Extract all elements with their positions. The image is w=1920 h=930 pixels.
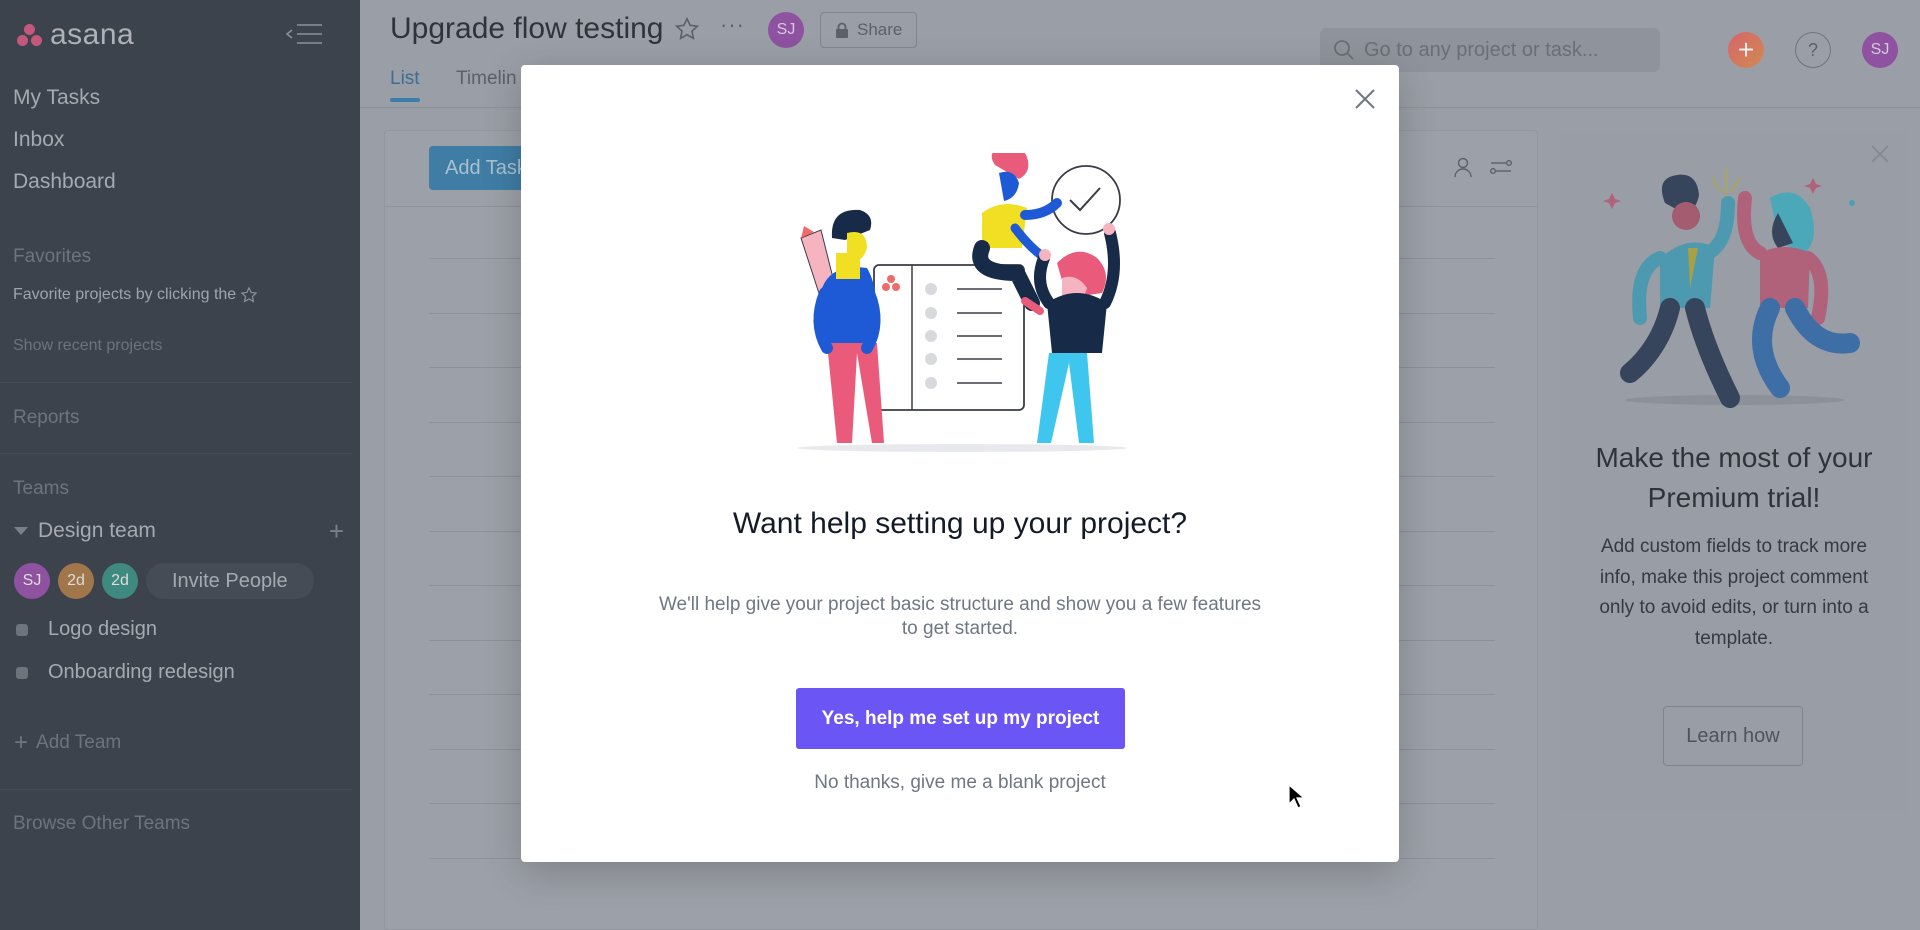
favorites-hint: Favorite projects by clicking the	[13, 286, 258, 304]
collapse-sidebar-icon[interactable]	[284, 22, 324, 46]
filter-sliders-icon[interactable]	[1489, 155, 1513, 179]
nav-inbox[interactable]: Inbox	[13, 128, 64, 152]
teams-title: Teams	[13, 478, 69, 499]
add-team-button[interactable]: + Add Team	[14, 731, 121, 755]
project-name: Onboarding redesign	[48, 661, 235, 683]
search-placeholder: Go to any project or task...	[1364, 38, 1599, 61]
blank-project-link[interactable]: No thanks, give me a blank project	[521, 772, 1399, 794]
modal-description: We'll help give your project basic struc…	[658, 594, 1262, 639]
invite-people-button[interactable]: Invite People	[146, 563, 314, 599]
sidebar-project-logo-design[interactable]: Logo design	[16, 618, 157, 641]
team-header: Design team +	[14, 518, 344, 544]
sidebar-divider	[0, 789, 352, 790]
sidebar-divider	[0, 382, 352, 383]
star-icon	[240, 286, 258, 303]
tab-list[interactable]: List	[390, 68, 420, 102]
search-icon	[1334, 40, 1354, 60]
learn-how-button[interactable]: Learn how	[1663, 706, 1803, 766]
share-label: Share	[857, 20, 903, 39]
member-avatar[interactable]: 2d	[102, 563, 138, 599]
show-recent-projects-link[interactable]: Show recent projects	[13, 337, 162, 355]
quick-add-button[interactable]: +	[1728, 32, 1764, 68]
plus-icon: +	[14, 729, 29, 756]
sidebar-project-onboarding-redesign[interactable]: Onboarding redesign	[16, 661, 235, 684]
close-modal-icon[interactable]	[1353, 87, 1377, 111]
setup-project-button[interactable]: Yes, help me set up my project	[796, 688, 1125, 749]
browse-other-teams-link[interactable]: Browse Other Teams	[13, 813, 190, 835]
project-name: Logo design	[48, 618, 157, 640]
team-members: SJ 2d 2d Invite People	[14, 563, 314, 599]
lock-icon	[836, 22, 848, 38]
modal-title: Want help setting up your project?	[732, 507, 1188, 540]
favorites-title: Favorites	[13, 246, 92, 267]
project-owner-avatar[interactable]: SJ	[768, 12, 804, 48]
tab-timeline[interactable]: Timelin	[456, 68, 517, 90]
member-avatar[interactable]: 2d	[58, 563, 94, 599]
nav-dashboard[interactable]: Dashboard	[13, 170, 116, 194]
nav-my-tasks[interactable]: My Tasks	[13, 86, 100, 110]
close-promo-icon[interactable]	[1870, 144, 1890, 169]
promo-body: Add custom fields to track more info, ma…	[1599, 536, 1869, 649]
add-team-label: Add Team	[36, 732, 122, 753]
sidebar-divider	[0, 453, 352, 454]
share-button[interactable]: Share	[820, 12, 918, 48]
user-avatar[interactable]: SJ	[1862, 32, 1898, 68]
project-color-dot	[16, 623, 28, 636]
assignee-filter-icon[interactable]	[1451, 155, 1475, 179]
asana-logo[interactable]: asana	[16, 18, 134, 52]
promo-title: Make the most of your Premium trial!	[1595, 442, 1873, 513]
favorites-hint-text: Favorite projects by clicking the	[13, 286, 237, 303]
reports-link[interactable]: Reports	[13, 407, 80, 429]
caret-down-icon[interactable]	[14, 527, 28, 535]
team-name[interactable]: Design team	[38, 519, 156, 543]
help-icon[interactable]: ?	[1795, 32, 1831, 68]
favorite-star-icon[interactable]	[674, 16, 700, 47]
premium-trial-panel: Make the most of your Premium trial! Add…	[1560, 130, 1908, 813]
high-five-illustration	[1603, 168, 1860, 408]
list-toolbar	[1451, 155, 1513, 179]
more-actions-icon[interactable]: ···	[720, 12, 745, 38]
mouse-cursor-icon	[1288, 784, 1306, 809]
team-illustration	[797, 153, 1127, 452]
add-project-plus-icon[interactable]: +	[329, 518, 344, 544]
project-color-dot	[16, 666, 28, 679]
sidebar: asana My Tasks Inbox Dashboard Favorites…	[0, 0, 360, 930]
asana-logo-icon	[16, 22, 44, 48]
logo-text: asana	[50, 18, 135, 51]
project-setup-modal: Want help setting up your project? We'll…	[521, 65, 1399, 862]
member-avatar[interactable]: SJ	[14, 563, 50, 599]
project-title[interactable]: Upgrade flow testing	[390, 12, 664, 46]
